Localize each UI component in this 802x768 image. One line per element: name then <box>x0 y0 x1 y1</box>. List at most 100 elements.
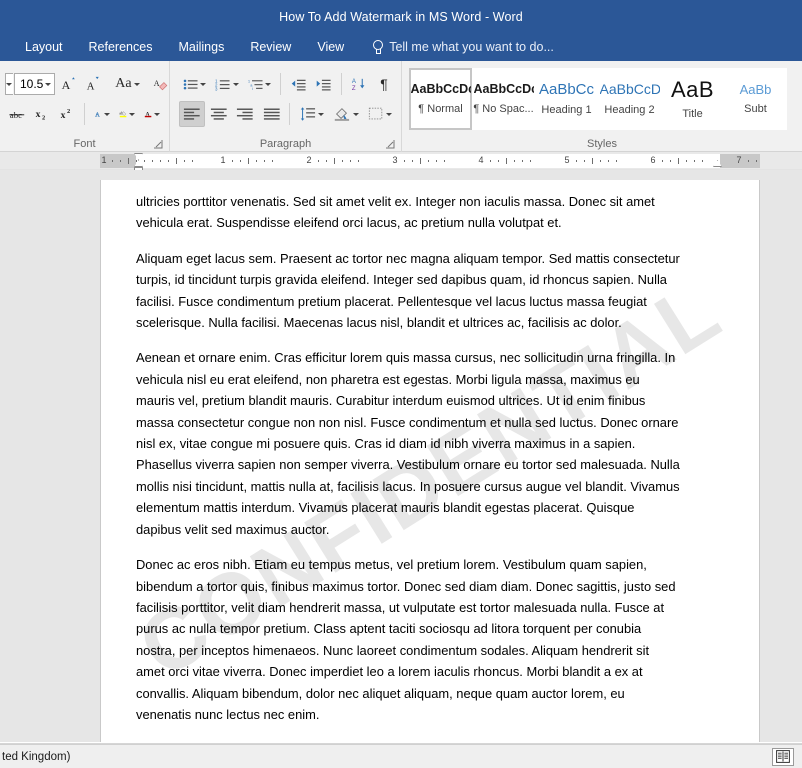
language-status[interactable]: ted Kingdom) <box>0 751 70 763</box>
ruler-number: 1 <box>101 155 107 165</box>
borders-icon[interactable] <box>364 101 396 127</box>
ruler-number: 4 <box>478 155 484 165</box>
style-item-normal[interactable]: AaBbCcDc ¶ Normal <box>409 68 472 130</box>
style-preview: AaBbCcDc <box>410 83 471 97</box>
style-name: Title <box>682 108 703 121</box>
style-preview: AaBbCcDc <box>473 83 534 97</box>
style-preview: AaBb <box>739 82 772 97</box>
window-title: How To Add Watermark in MS Word - Word <box>279 9 523 24</box>
document-page[interactable]: CONFIDENTIAL ultricies porttitor venenat… <box>100 180 760 742</box>
svg-text:A: A <box>87 81 95 92</box>
justify-icon[interactable] <box>259 101 285 127</box>
tell-me-box[interactable]: Tell me what you want to do... <box>357 40 554 54</box>
shading-icon[interactable] <box>329 101 363 127</box>
ruler-number: 5 <box>564 155 570 165</box>
tab-mailings[interactable]: Mailings <box>165 33 237 61</box>
ribbon-group-font: 10.5 A A Aa A abc x 2 x 2 A ab A Font <box>0 61 169 152</box>
ruler-number: 1 <box>220 155 226 165</box>
svg-text:A: A <box>62 78 71 92</box>
word-window: How To Add Watermark in MS Word - Word L… <box>0 0 802 768</box>
superscript-icon[interactable]: x 2 <box>55 101 79 127</box>
font-name-combo[interactable] <box>5 73 13 95</box>
status-bar: ted Kingdom) <box>0 744 802 768</box>
tab-view[interactable]: View <box>304 33 357 61</box>
style-name: ¶ No Spac... <box>473 102 534 115</box>
tell-me-placeholder: Tell me what you want to do... <box>389 40 554 54</box>
group-label-font: Font <box>73 137 96 150</box>
style-item-no-spacing[interactable]: AaBbCcDc ¶ No Spac... <box>472 68 535 130</box>
strikethrough-icon[interactable]: abc <box>5 101 29 127</box>
lightbulb-icon <box>371 40 384 54</box>
svg-text:A: A <box>351 79 356 85</box>
ribbon-tab-bar: Layout References Mailings Review View T… <box>0 33 802 61</box>
paragraph-dialog-launcher[interactable] <box>386 140 395 149</box>
svg-text:x: x <box>36 109 41 120</box>
style-preview: AaB <box>670 77 715 102</box>
title-bar: How To Add Watermark in MS Word - Word <box>0 0 802 33</box>
decrease-indent-icon[interactable] <box>286 71 310 97</box>
ribbon-group-styles: AaBbCcDc ¶ Normal AaBbCcDc ¶ No Spac... … <box>401 61 802 152</box>
svg-text:i: i <box>252 87 253 91</box>
align-left-icon[interactable] <box>179 101 205 127</box>
ribbon: 10.5 A A Aa A abc x 2 x 2 A ab A Font 1 … <box>0 61 802 152</box>
ruler-number: 2 <box>306 155 312 165</box>
ruler-number: 7 <box>736 155 742 165</box>
increase-indent-icon[interactable] <box>311 71 335 97</box>
horizontal-ruler[interactable]: 1 1 2 3 4 5 6 7 <box>100 153 760 172</box>
style-name: ¶ Normal <box>418 102 463 115</box>
svg-text:2: 2 <box>42 115 45 122</box>
paragraph: Aenean et ornare enim. Cras efficitur lo… <box>136 350 680 537</box>
style-item-heading-1[interactable]: AaBbCc Heading 1 <box>535 68 598 130</box>
text-effects-icon[interactable]: A <box>90 101 114 127</box>
paragraph: Donec ac eros nibh. Etiam eu tempus metu… <box>136 557 676 722</box>
style-preview: AaBbCc <box>538 81 595 98</box>
document-canvas[interactable]: CONFIDENTIAL ultricies porttitor venenat… <box>0 170 802 742</box>
svg-text:Z: Z <box>351 86 355 92</box>
tab-layout[interactable]: Layout <box>12 33 76 61</box>
font-dialog-launcher[interactable] <box>154 140 163 149</box>
style-item-title[interactable]: AaB Title <box>661 68 724 130</box>
line-spacing-icon[interactable] <box>295 101 328 127</box>
show-formatting-marks-icon[interactable]: ¶ <box>372 71 396 97</box>
group-label-styles: Styles <box>587 137 617 150</box>
font-size-value: 10.5 <box>20 77 44 91</box>
read-mode-icon[interactable] <box>772 747 794 766</box>
align-right-icon[interactable] <box>232 101 258 127</box>
bullets-icon[interactable] <box>179 71 210 97</box>
group-label-paragraph: Paragraph <box>259 137 312 150</box>
paragraph: ultricies porttitor venenatis. Sed sit a… <box>136 194 655 231</box>
svg-text:2: 2 <box>67 108 70 115</box>
paragraph: Sed quis pulvinar odio. Suspendisse effi… <box>136 739 681 742</box>
multilevel-list-icon[interactable]: 1 a i <box>244 71 275 97</box>
paragraph: Aliquam eget lacus sem. Praesent ac tort… <box>136 250 680 331</box>
shrink-font-icon[interactable]: A <box>81 71 105 97</box>
tab-references[interactable]: References <box>76 33 166 61</box>
align-center-icon[interactable] <box>206 101 232 127</box>
style-item-heading-2[interactable]: AaBbCcD Heading 2 <box>598 68 661 130</box>
style-name: Heading 1 <box>541 104 592 117</box>
svg-text:3: 3 <box>215 86 218 91</box>
ruler-number: 6 <box>650 155 656 165</box>
style-item-subtitle[interactable]: AaBb Subt <box>724 68 787 130</box>
svg-text:A: A <box>95 112 100 118</box>
ribbon-group-paragraph: 1 2 3 1 a i A Z ¶ Paragraph <box>169 61 401 152</box>
document-text-column: ultricies porttitor venenatis. Sed sit a… <box>136 191 681 742</box>
style-name: Subt <box>744 103 767 116</box>
svg-text:x: x <box>61 110 66 121</box>
font-color-icon[interactable]: A <box>140 101 164 127</box>
styles-gallery: AaBbCcDc ¶ Normal AaBbCcDc ¶ No Spac... … <box>407 65 797 133</box>
numbering-icon[interactable]: 1 2 3 <box>211 71 242 97</box>
svg-text:A: A <box>154 79 160 88</box>
change-case-icon[interactable]: Aa <box>115 71 140 97</box>
subscript-icon[interactable]: x 2 <box>30 101 54 127</box>
style-preview: AaBbCcD <box>599 82 660 98</box>
ruler-bar: 1 1 2 3 4 5 6 7 <box>0 152 802 172</box>
font-size-combo[interactable]: 10.5 <box>14 73 56 95</box>
grow-font-icon[interactable]: A <box>56 71 80 97</box>
tab-review[interactable]: Review <box>237 33 304 61</box>
ruler-ticks: 1 1 2 3 4 5 6 7 <box>100 154 760 168</box>
sort-icon[interactable]: A Z <box>347 71 371 97</box>
ruler-number: 3 <box>392 155 398 165</box>
style-name: Heading 2 <box>604 103 655 116</box>
text-highlight-color-icon[interactable]: ab <box>115 101 139 127</box>
